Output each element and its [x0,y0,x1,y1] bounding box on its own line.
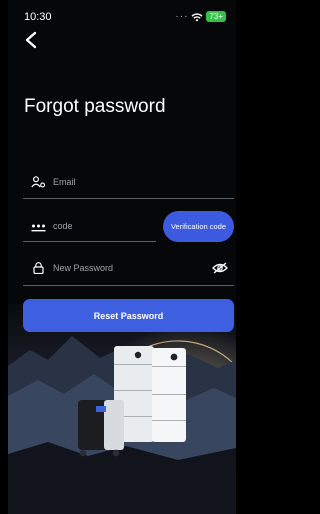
email-input[interactable] [53,173,203,191]
hero-illustration [8,304,236,514]
wifi-icon [191,12,203,21]
verification-code-button[interactable]: Verification code [163,211,234,242]
code-field[interactable] [23,217,156,242]
status-time: 10:30 [24,11,52,23]
new-password-input[interactable] [53,259,203,277]
back-chevron-icon[interactable] [21,30,41,50]
new-password-field[interactable] [23,259,234,286]
user-settings-icon [31,176,46,188]
email-underline [23,198,234,199]
reset-password-button[interactable]: Reset Password [23,299,234,332]
status-indicators: ··· 73+ [175,11,226,22]
password-dots-icon [31,224,46,232]
code-underline [23,241,156,242]
password-underline [23,285,234,286]
screen: 10:30 ··· 73+ Forgot password Email code… [8,0,236,514]
lock-icon [33,262,44,274]
code-input[interactable] [53,217,143,235]
battery-icon: 73+ [206,11,226,22]
page-title: Forgot password [24,96,166,117]
status-bar: 10:30 ··· 73+ [24,11,226,25]
email-field[interactable] [23,173,234,199]
cellular-icon: ··· [175,11,189,22]
eye-off-icon[interactable] [212,262,228,274]
